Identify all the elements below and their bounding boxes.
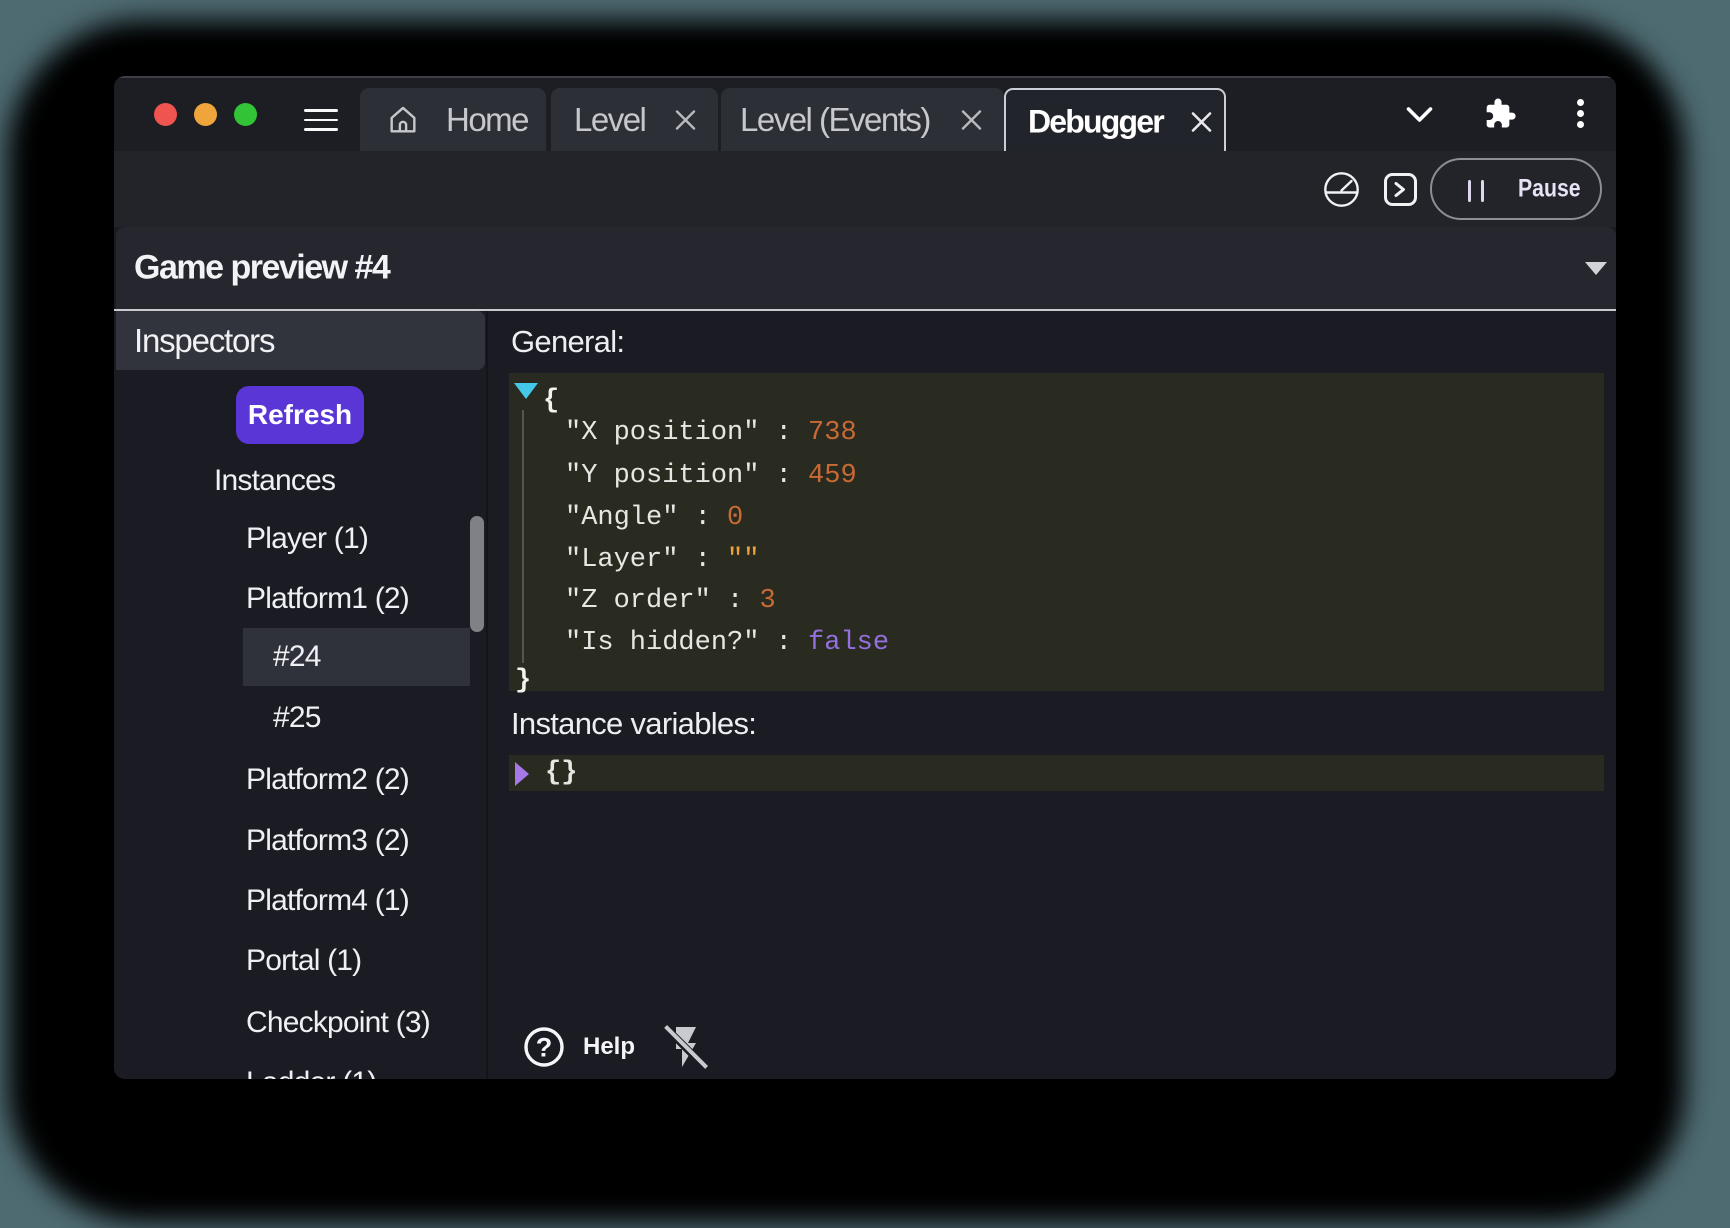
svg-text:?: ?: [536, 1033, 553, 1063]
